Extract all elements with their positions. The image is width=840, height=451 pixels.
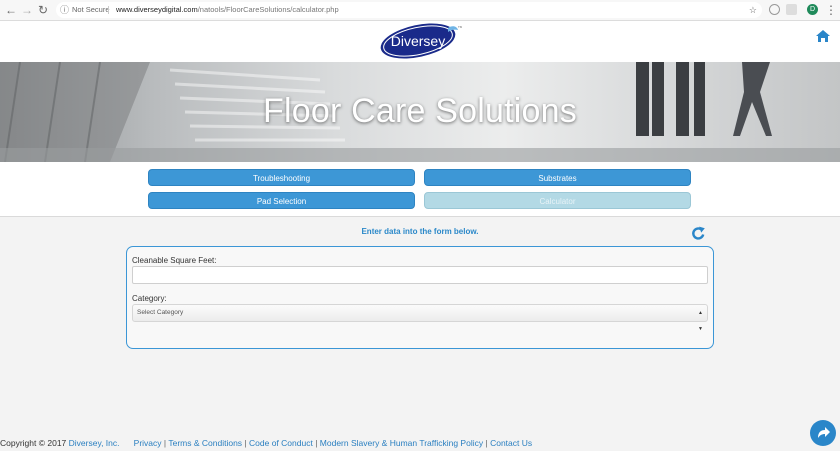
footer-divider: | (163, 438, 167, 448)
footer-divider: | (485, 438, 488, 448)
hero-banner: Floor Care Solutions (0, 62, 840, 162)
footer-link-company[interactable]: Diversey, Inc. (69, 438, 120, 448)
hero-title: Floor Care Solutions (263, 92, 577, 130)
refresh-icon[interactable] (691, 226, 706, 241)
bookmark-star-icon[interactable]: ☆ (749, 2, 757, 18)
footer-link-contact[interactable]: Contact Us (490, 438, 532, 448)
footer-link-modern-slavery[interactable]: Modern Slavery & Human Trafficking Polic… (320, 438, 483, 448)
copyright-text: Copyright © 2017 (0, 438, 69, 448)
share-icon (818, 427, 830, 438)
security-label: Not Secure (72, 5, 110, 14)
back-arrow-icon[interactable]: ← (4, 3, 18, 17)
select-arrow-icon: ▲ ▼ (698, 310, 703, 332)
square-feet-input[interactable] (132, 266, 708, 284)
form-instructions: Enter data into the form below. (361, 227, 479, 236)
footer-link-terms[interactable]: Terms & Conditions (168, 438, 242, 448)
logo-trademark: TM (458, 25, 462, 29)
url-domain: www.diverseydigital.com (116, 5, 198, 14)
tab-pad-selection[interactable]: Pad Selection (148, 192, 415, 209)
url-separator (108, 6, 109, 14)
footer-divider: | (315, 438, 318, 448)
home-icon[interactable] (815, 29, 831, 43)
share-button[interactable] (810, 420, 836, 446)
reload-icon[interactable]: ↻ (36, 3, 50, 17)
tab-substrates[interactable]: Substrates (424, 169, 691, 186)
address-bar[interactable]: ⓘ Not Secure www.diverseydigital.com/nat… (56, 2, 762, 18)
calculator-form: Cleanable Square Feet: Category: Select … (126, 246, 714, 349)
category-label: Category: (132, 294, 167, 303)
tab-calculator[interactable]: Calculator (424, 192, 691, 209)
category-select[interactable]: Select Category ▲ ▼ (132, 304, 708, 332)
site-footer: Copyright © 2017 Diversey, Inc. Privacy … (0, 438, 800, 448)
footer-divider: | (244, 438, 247, 448)
profile-avatar[interactable]: D (807, 4, 818, 15)
footer-link-code-of-conduct[interactable]: Code of Conduct (249, 438, 313, 448)
category-selected-value: Select Category (137, 309, 184, 316)
tool-tabs: Troubleshooting Substrates Pad Selection… (0, 162, 840, 217)
extension-puzzle-icon[interactable] (786, 4, 797, 15)
square-feet-label: Cleanable Square Feet: (132, 256, 217, 265)
url-path: /natools/FloorCareSolutions/calculator.p… (197, 5, 339, 14)
logo-text: Diversey (391, 33, 445, 49)
site-header: Diversey TM (0, 21, 840, 62)
info-icon[interactable]: ⓘ (60, 2, 69, 18)
diversey-logo[interactable]: Diversey TM (378, 22, 462, 59)
forward-arrow-icon[interactable]: → (20, 3, 34, 17)
extension-icon[interactable] (769, 4, 780, 15)
tab-troubleshooting[interactable]: Troubleshooting (148, 169, 415, 186)
menu-kebab-icon[interactable]: ⋮ (824, 3, 838, 17)
footer-link-privacy[interactable]: Privacy (134, 438, 162, 448)
browser-toolbar: ← → ↻ ⓘ Not Secure www.diverseydigital.c… (0, 0, 840, 21)
url-text: www.diverseydigital.com/natools/FloorCar… (116, 2, 339, 18)
